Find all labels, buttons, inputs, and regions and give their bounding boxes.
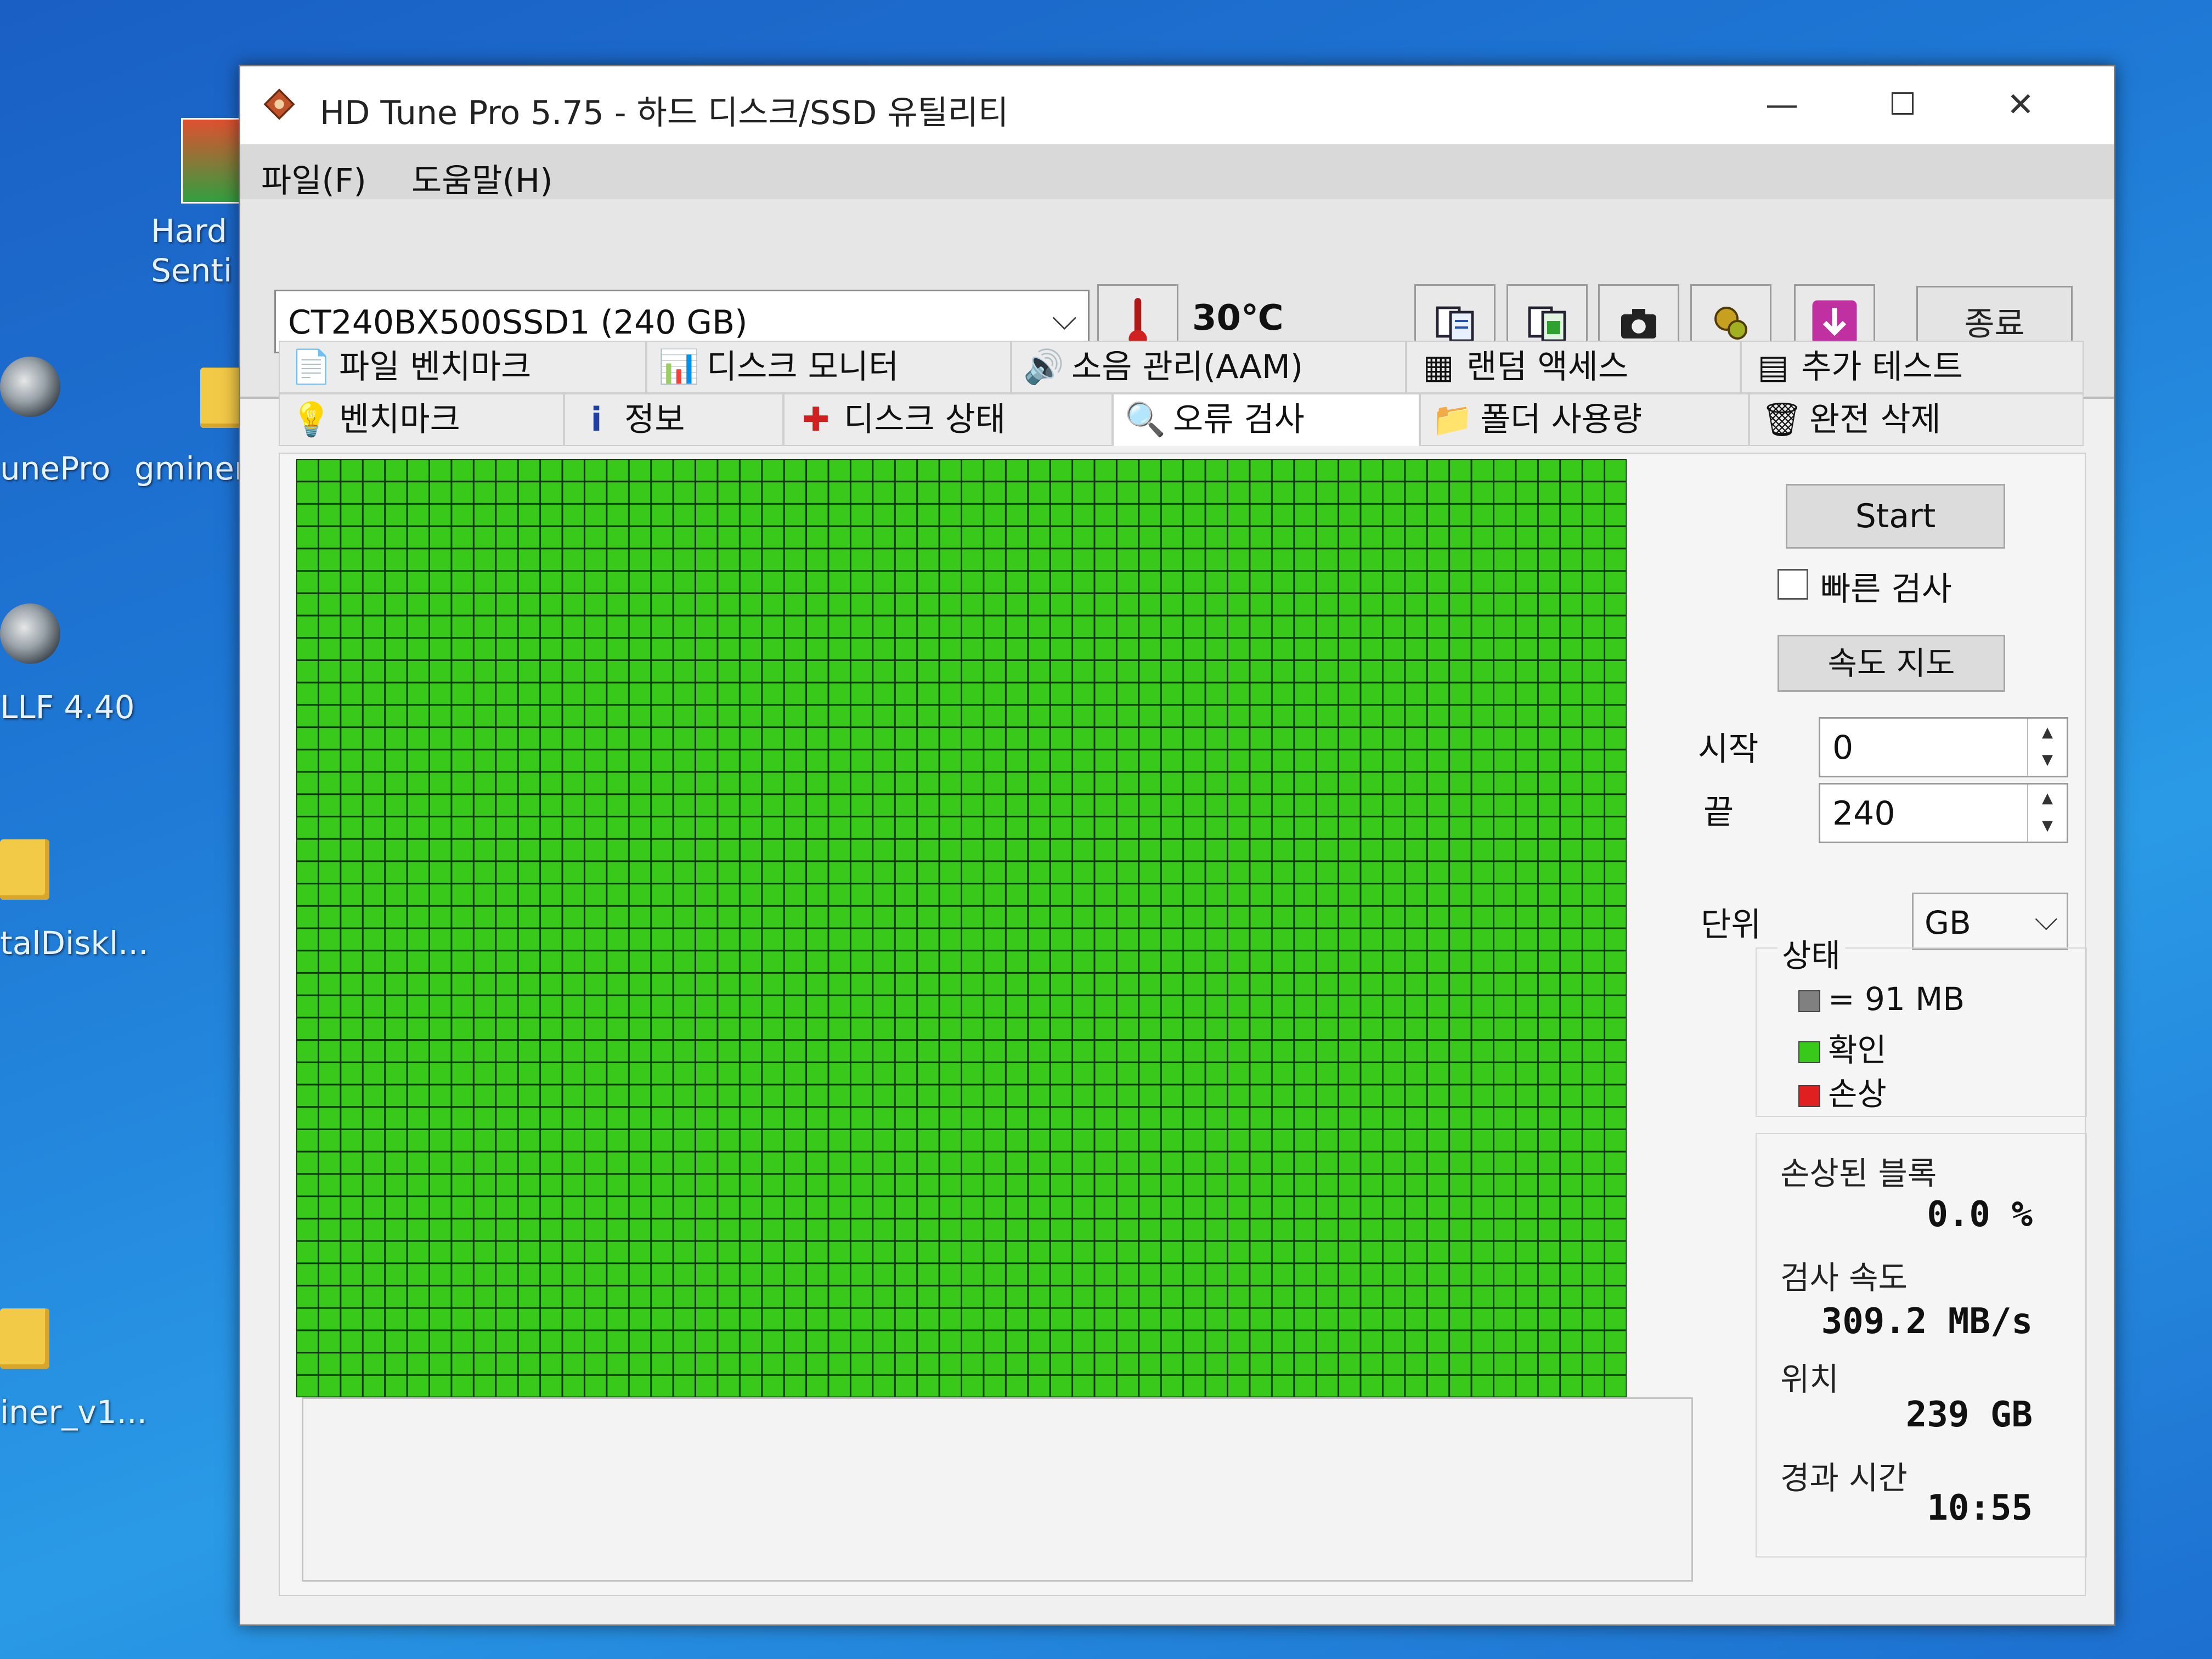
damaged-blocks-label: 손상된 블록	[1780, 1155, 1937, 1192]
start-input-value: 0	[1832, 729, 1854, 767]
folder-icon: 📁	[1432, 400, 1473, 439]
hard-disk-sentinel-icon[interactable]	[181, 118, 245, 204]
log-area	[302, 1397, 1693, 1582]
tab-random-access[interactable]: ▦ 랜덤 액세스	[1406, 341, 1741, 393]
spin-arrows-icon[interactable]: ▲ ▼	[2027, 719, 2067, 776]
temperature-value: 30℃	[1192, 298, 1284, 338]
tab-info[interactable]: i 정보	[564, 393, 783, 446]
position-label: 위치	[1780, 1361, 1839, 1398]
hdtune-window: HD Tune Pro 5.75 - 하드 디스크/SSD 유틸리티 — ☐ ✕…	[239, 65, 2115, 1626]
tab-benchmark[interactable]: 💡 벤치마크	[279, 393, 564, 446]
start-input[interactable]: 0 ▲ ▼	[1819, 717, 2068, 777]
elapsed-time-value: 10:55	[1927, 1488, 2033, 1528]
tab-aam[interactable]: 🔊 소음 관리(AAM)	[1011, 341, 1406, 393]
speaker-icon: 🔊	[1023, 348, 1064, 386]
menu-help[interactable]: 도움말(H)	[411, 154, 553, 202]
tab-health[interactable]: ✚ 디스크 상태	[783, 393, 1113, 446]
block-map	[296, 459, 1627, 1397]
options-icon	[1714, 307, 1747, 340]
start-field-label: 시작	[1698, 730, 1759, 769]
scan-speed-label: 검사 속도	[1780, 1259, 1908, 1296]
unit-select-value: GB	[1925, 904, 1971, 941]
info-icon: i	[590, 400, 602, 439]
legend-ok: 확인	[1798, 1024, 1887, 1070]
benchmark-icon: 💡	[291, 400, 332, 439]
desktop-icon-label-gminer[interactable]: gminer	[134, 450, 247, 487]
legend-block-size: = 91 MB	[1798, 980, 1965, 1018]
drive-select-value: CT240BX500SSD1 (240 GB)	[288, 303, 748, 342]
miner-folder-icon[interactable]	[0, 1308, 49, 1369]
menu-bar: 파일(F) 도움말(H)	[240, 144, 2114, 202]
desktop-icon-label-totaldisk[interactable]: talDiskl...	[0, 924, 148, 962]
hdtune-app-icon	[263, 88, 295, 120]
file-benchmark-icon: 📄	[291, 348, 332, 386]
start-button[interactable]: Start	[1786, 484, 2005, 549]
elapsed-time-label: 경과 시간	[1780, 1459, 1908, 1497]
legend-damaged: 손상	[1798, 1068, 1887, 1114]
maximize-button[interactable]: ☐	[1872, 83, 1933, 127]
block-map-gridlines	[296, 459, 1627, 1397]
spin-arrows-icon[interactable]: ▲ ▼	[2027, 785, 2067, 842]
totaldisk-folder-icon[interactable]	[0, 839, 49, 900]
end-input[interactable]: 240 ▲ ▼	[1819, 783, 2068, 843]
position-value: 239 GB	[1905, 1395, 2033, 1435]
quick-scan-label[interactable]: 빠른 검사	[1820, 562, 1952, 610]
tab-erase[interactable]: 🗑 완전 삭제	[1749, 393, 2084, 446]
block-swatch-icon	[1798, 990, 1820, 1012]
minimize-button[interactable]: —	[1752, 83, 1812, 127]
ok-swatch-icon	[1798, 1041, 1820, 1063]
quick-scan-checkbox[interactable]	[1778, 569, 1808, 600]
desktop-icon-label-hdtunepro[interactable]: unePro	[0, 450, 110, 487]
desktop-icon-label-hard-sentinel[interactable]: Hard Senti	[151, 211, 232, 290]
camera-icon	[1621, 309, 1656, 338]
window-title: HD Tune Pro 5.75 - 하드 디스크/SSD 유틸리티	[320, 94, 1009, 132]
tab-disk-monitor[interactable]: 📊 디스크 모니터	[646, 341, 1011, 393]
hdtune-pro-icon[interactable]	[0, 357, 60, 417]
save-icon	[1812, 300, 1857, 345]
trash-icon: 🗑	[1761, 400, 1803, 439]
close-button[interactable]: ✕	[1990, 83, 2051, 127]
tab-bar: 📄 파일 벤치마크 📊 디스크 모니터 🔊 소음 관리(AAM) ▦ 랜덤 액세스 ▤ 추…	[279, 341, 2084, 456]
tab-file-benchmark[interactable]: 📄 파일 벤치마크	[279, 341, 646, 393]
tab-error-scan[interactable]: 🔍 오류 검사	[1113, 393, 1420, 446]
unit-label: 단위	[1701, 906, 1762, 944]
damaged-swatch-icon	[1798, 1085, 1820, 1107]
desktop-icon-label-miner[interactable]: iner_v1...	[0, 1393, 147, 1431]
copy-screenshot-icon	[1528, 306, 1566, 342]
end-field-label: 끝	[1703, 793, 1734, 832]
health-cross-icon: ✚	[802, 400, 830, 439]
title-bar[interactable]: HD Tune Pro 5.75 - 하드 디스크/SSD 유틸리티 — ☐ ✕	[240, 66, 2114, 144]
scan-speed-value: 309.2 MB/s	[1821, 1301, 2033, 1342]
error-scan-panel: Start 빠른 검사 속도 지도 시작 0 ▲ ▼ 끝 240 ▲ ▼ 단위 GB…	[279, 453, 2087, 1596]
end-input-value: 240	[1832, 794, 1895, 833]
chevron-down-icon: ⌵	[2034, 902, 2058, 938]
unit-select[interactable]: GB ⌵	[1912, 893, 2068, 950]
damaged-blocks-value: 0.0 %	[1927, 1194, 2033, 1235]
tab-extra-tests[interactable]: ▤ 추가 테스트	[1741, 341, 2084, 393]
chevron-down-icon: ⌵	[1052, 299, 1077, 337]
magnifier-icon: 🔍	[1125, 400, 1166, 439]
disk-monitor-icon: 📊	[658, 348, 699, 386]
status-title: 상태	[1778, 930, 1845, 976]
copy-info-icon	[1436, 306, 1474, 342]
llf-tool-icon[interactable]	[0, 603, 60, 664]
menu-file[interactable]: 파일(F)	[261, 154, 366, 202]
random-access-icon: ▦	[1423, 348, 1454, 386]
speed-map-button[interactable]: 속도 지도	[1778, 635, 2005, 692]
tab-folder-usage[interactable]: 📁 폴더 사용량	[1420, 393, 1749, 446]
extra-tests-icon: ▤	[1757, 348, 1789, 386]
desktop-icon-label-llf[interactable]: LLF 4.40	[0, 689, 135, 726]
